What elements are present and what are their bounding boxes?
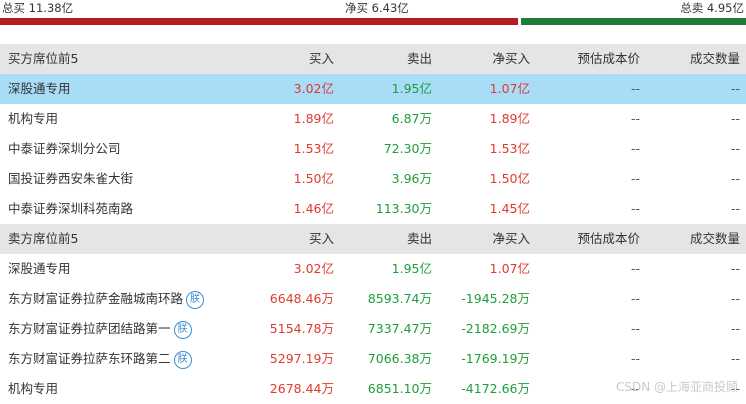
table-row[interactable]: 东方财富证券拉萨东环路第二朕 5297.19万 7066.38万 -1769.1…: [0, 344, 746, 374]
header-sell: 卖出: [406, 231, 432, 246]
buy-value: 5297.19万: [269, 351, 334, 366]
buy-seats-table: 买方席位前5 买入 卖出 净买入 预估成本价 成交数量 深股通专用 3.02亿 …: [0, 44, 746, 224]
sell-value: 6851.10万: [367, 381, 432, 396]
buy-value: 1.50亿: [293, 171, 334, 186]
sell-value: 1.95亿: [391, 81, 432, 96]
buy-sell-ratio-bar: [0, 18, 746, 25]
net-value: -2182.69万: [461, 321, 530, 336]
qty-value: --: [730, 111, 740, 126]
header-buy: 买入: [308, 51, 334, 66]
net-value: 1.50亿: [489, 171, 530, 186]
sell-value: 3.96万: [391, 171, 432, 186]
table-header: 买方席位前5 买入 卖出 净买入 预估成本价 成交数量: [0, 44, 746, 74]
header-net: 净买入: [492, 51, 530, 66]
net-value: 1.89亿: [489, 111, 530, 126]
header-title: 卖方席位前5: [8, 231, 79, 246]
seat-name: 东方财富证券拉萨东环路第二: [8, 351, 171, 366]
cost-value: --: [630, 81, 640, 96]
net-value: -1945.28万: [461, 291, 530, 306]
seat-name-cell: 东方财富证券拉萨团结路第一朕: [8, 314, 192, 344]
cost-value: --: [630, 141, 640, 156]
header-title: 买方席位前5: [8, 51, 79, 66]
header-cost: 预估成本价: [577, 51, 640, 66]
header-net: 净买入: [492, 231, 530, 246]
hot-money-badge-icon[interactable]: 朕: [173, 350, 192, 369]
qty-value: --: [730, 141, 740, 156]
sell-value: 113.30万: [375, 201, 432, 216]
net-value: 1.07亿: [489, 261, 530, 276]
table-header: 卖方席位前5 买入 卖出 净买入 预估成本价 成交数量: [0, 224, 746, 254]
table-row[interactable]: 东方财富证券拉萨金融城南环路朕 6648.46万 8593.74万 -1945.…: [0, 284, 746, 314]
watermark-text: CSDN @上海亚商投顾: [615, 380, 738, 394]
seat-name-cell: 东方财富证券拉萨金融城南环路朕: [8, 284, 205, 314]
cost-value: --: [630, 351, 640, 366]
qty-value: --: [730, 351, 740, 366]
cost-value: --: [630, 291, 640, 306]
sell-value: 7066.38万: [367, 351, 432, 366]
cost-value: --: [630, 321, 640, 336]
seat-name: 深股通专用: [8, 81, 71, 96]
seat-name-cell: 东方财富证券拉萨东环路第二朕: [8, 344, 192, 374]
cost-value: --: [630, 111, 640, 126]
sell-value: 7337.47万: [367, 321, 432, 336]
header-qty: 成交数量: [689, 51, 740, 66]
header-buy: 买入: [308, 231, 334, 246]
net-value: 1.45亿: [489, 201, 530, 216]
net-buy-label: 净买 6.43亿: [345, 1, 409, 15]
table-row[interactable]: 深股通专用 3.02亿 1.95亿 1.07亿 -- --: [0, 254, 746, 284]
total-buy-label: 总买 11.38亿: [2, 1, 74, 15]
qty-value: --: [730, 261, 740, 276]
table-row[interactable]: 东方财富证券拉萨团结路第一朕 5154.78万 7337.47万 -2182.6…: [0, 314, 746, 344]
sell-value: 6.87万: [391, 111, 432, 126]
sell-seats-table: 卖方席位前5 买入 卖出 净买入 预估成本价 成交数量 深股通专用 3.02亿 …: [0, 224, 746, 404]
qty-value: --: [730, 201, 740, 216]
net-value: -4172.66万: [461, 381, 530, 396]
net-value: 1.07亿: [489, 81, 530, 96]
header-sell: 卖出: [406, 51, 432, 66]
net-value: 1.53亿: [489, 141, 530, 156]
seat-name: 深股通专用: [8, 261, 71, 276]
seat-name: 机构专用: [8, 111, 59, 126]
hot-money-badge-icon[interactable]: 朕: [186, 290, 205, 309]
hot-money-badge-icon[interactable]: 朕: [173, 320, 192, 339]
sell-value: 1.95亿: [391, 261, 432, 276]
buy-value: 2678.44万: [269, 381, 334, 396]
qty-value: --: [730, 321, 740, 336]
sell-value: 72.30万: [383, 141, 432, 156]
table-row[interactable]: 中泰证券深圳科苑南路 1.46亿 113.30万 1.45亿 -- --: [0, 194, 746, 224]
cost-value: --: [630, 261, 640, 276]
net-value: -1769.19万: [461, 351, 530, 366]
buy-value: 5154.78万: [269, 321, 334, 336]
buy-value: 3.02亿: [293, 81, 334, 96]
buy-ratio-bar: [0, 18, 518, 25]
qty-value: --: [730, 81, 740, 96]
buy-value: 6648.46万: [269, 291, 334, 306]
seat-name: 东方财富证券拉萨金融城南环路: [8, 291, 184, 306]
buy-value: 3.02亿: [293, 261, 334, 276]
seat-name: 东方财富证券拉萨团结路第一: [8, 321, 171, 336]
table-row[interactable]: 机构专用 1.89亿 6.87万 1.89亿 -- --: [0, 104, 746, 134]
buy-value: 1.53亿: [293, 141, 334, 156]
summary-bar: 总买 11.38亿 净买 6.43亿 总卖 4.95亿: [0, 0, 746, 18]
table-row[interactable]: 中泰证券深圳分公司 1.53亿 72.30万 1.53亿 -- --: [0, 134, 746, 164]
header-qty: 成交数量: [689, 231, 740, 246]
sell-value: 8593.74万: [367, 291, 432, 306]
seat-name: 中泰证券深圳分公司: [8, 141, 121, 156]
sell-ratio-bar: [521, 18, 746, 25]
qty-value: --: [730, 291, 740, 306]
cost-value: --: [630, 171, 640, 186]
seat-name: 国投证券西安朱雀大街: [8, 171, 134, 186]
table-row[interactable]: 深股通专用 3.02亿 1.95亿 1.07亿 -- --: [0, 74, 746, 104]
seat-name: 机构专用: [8, 381, 59, 396]
buy-value: 1.46亿: [293, 201, 334, 216]
header-cost: 预估成本价: [577, 231, 640, 246]
qty-value: --: [730, 171, 740, 186]
buy-value: 1.89亿: [293, 111, 334, 126]
total-sell-label: 总卖 4.95亿: [680, 1, 744, 15]
seat-name: 中泰证券深圳科苑南路: [8, 201, 134, 216]
cost-value: --: [630, 201, 640, 216]
table-row[interactable]: 国投证券西安朱雀大街 1.50亿 3.96万 1.50亿 -- --: [0, 164, 746, 194]
